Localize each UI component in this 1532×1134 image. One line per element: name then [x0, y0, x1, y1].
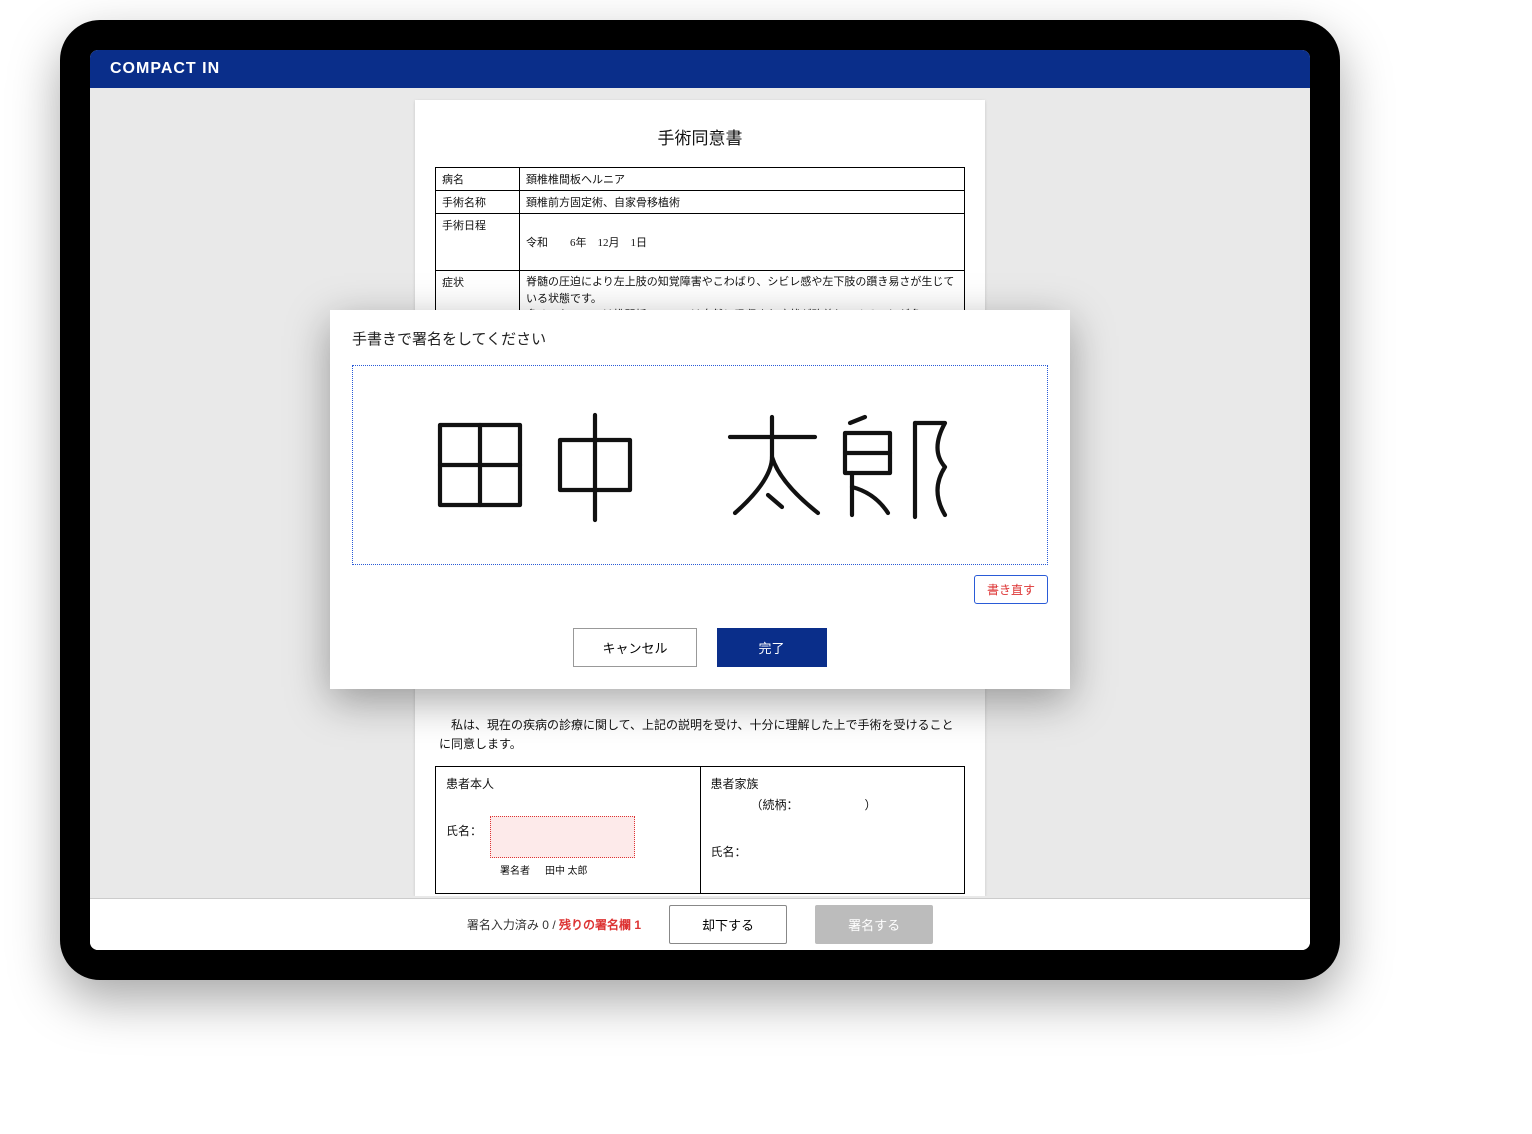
signature-status: 署名入力済み 0 / 残りの署名欄 1: [467, 916, 641, 933]
family-signature-box: 患者家族 （続柄： ） 氏名：: [701, 766, 966, 894]
date-value: 令和 6年 12月 1日: [520, 214, 965, 271]
family-heading: 患者家族: [711, 775, 955, 792]
family-relation: （続柄： ）: [751, 796, 955, 813]
tablet-frame: COMPACT IN 手術同意書 病名 頚椎椎間板ヘルニア 手術名称 頚椎前方固…: [60, 20, 1340, 980]
reject-button[interactable]: 却下する: [669, 905, 787, 944]
surgery-value: 頚椎前方固定術、自家骨移植術: [520, 191, 965, 214]
footer-bar: 署名入力済み 0 / 残りの署名欄 1 却下する 署名する: [90, 898, 1310, 950]
document-title: 手術同意書: [435, 124, 965, 149]
patient-signature-field[interactable]: [490, 816, 635, 858]
handwriting-svg: [420, 395, 980, 535]
app-header: COMPACT IN: [90, 50, 1310, 88]
clear-signature-button[interactable]: 書き直す: [974, 575, 1048, 604]
signer-caption: 署名者 田中 太郎: [500, 862, 690, 877]
signature-canvas[interactable]: [352, 365, 1048, 565]
patient-heading: 患者本人: [446, 775, 690, 792]
surgery-label: 手術名称: [436, 191, 520, 214]
brand-label: COMPACT IN: [110, 60, 220, 77]
date-label: 手術日程: [436, 214, 520, 271]
done-button[interactable]: 完了: [717, 628, 827, 667]
sign-button[interactable]: 署名する: [815, 905, 933, 944]
disease-value: 頚椎椎間板ヘルニア: [520, 168, 965, 191]
disease-label: 病名: [436, 168, 520, 191]
modal-title: 手書きで署名をしてください: [352, 328, 1048, 349]
patient-signature-box: 患者本人 氏名： 署名者 田中 太郎: [435, 766, 701, 894]
consent-text: 私は、現在の疾病の診療に関して、上記の説明を受け、十分に理解した上で手術を受ける…: [435, 716, 965, 754]
signature-boxes: 患者本人 氏名： 署名者 田中 太郎: [435, 766, 965, 894]
tablet-screen: COMPACT IN 手術同意書 病名 頚椎椎間板ヘルニア 手術名称 頚椎前方固…: [90, 50, 1310, 950]
patient-name-label: 氏名：: [446, 816, 482, 839]
signature-modal: 手書きで署名をしてください: [330, 310, 1070, 689]
family-name-label: 氏名：: [711, 837, 747, 860]
cancel-button[interactable]: キャンセル: [573, 628, 696, 667]
